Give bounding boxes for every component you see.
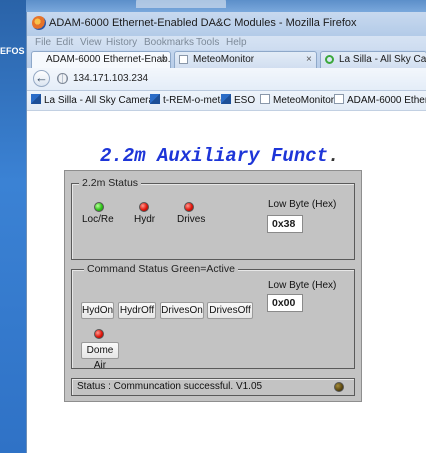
menu-bookmarks[interactable]: Bookmarks	[144, 37, 194, 48]
status-group-legend: 2.2m Status	[79, 177, 142, 189]
bookmark-label: MeteoMonitor	[273, 95, 335, 106]
hydr-off-button[interactable]: HydrOff	[118, 302, 156, 319]
tab-label: ADAM-6000 Ethernet-Enab...	[46, 54, 171, 65]
tab-la-silla[interactable]: La Silla - All Sky Camera	[320, 51, 426, 68]
bookmark-label: ADAM-6000 Etherne	[347, 95, 426, 106]
status-led	[334, 382, 344, 392]
drives-on-button[interactable]: DrivesOn	[160, 302, 204, 319]
menu-history[interactable]: History	[106, 37, 137, 48]
status-bar: Status : Communcation successful. V1.05	[71, 378, 355, 396]
hyd-on-button[interactable]: HydOn	[81, 302, 114, 319]
low-byte-value: 0x00	[267, 294, 303, 312]
page-icon	[260, 94, 270, 104]
page-title: 2.2m Auxiliary Funct.	[100, 145, 380, 167]
title-bar: ADAM-6000 Ethernet-Enabled DA&C Modules …	[27, 12, 426, 36]
low-byte-label: Low Byte (Hex)	[268, 199, 337, 210]
status-text: Status : Communcation successful. V1.05	[77, 381, 263, 392]
window-title: ADAM-6000 Ethernet-Enabled DA&C Modules …	[49, 17, 357, 29]
command-group-legend: Command Status Green=Active	[84, 263, 238, 275]
loading-icon	[325, 55, 334, 64]
tab-meteomonitor[interactable]: MeteoMonitor ×	[174, 51, 317, 68]
bookmark-t-rem[interactable]: t-REM-o-meter	[150, 94, 229, 106]
desktop-label: EFOS	[0, 46, 25, 56]
globe-icon	[57, 73, 68, 84]
loc-re-label: Loc/Re	[82, 214, 114, 225]
page-content: 2.2m Auxiliary Funct. 2.2m Status Loc/Re…	[27, 111, 426, 453]
bookmarks-bar: La Silla - All Sky Camera t-REM-o-meter …	[27, 91, 426, 111]
browser-window: ADAM-6000 Ethernet-Enabled DA&C Modules …	[26, 12, 426, 453]
bookmark-meteomonitor[interactable]: MeteoMonitor	[260, 94, 334, 106]
background-window-strip	[26, 0, 426, 12]
close-icon[interactable]: ×	[161, 52, 167, 67]
eso-icon	[31, 94, 41, 104]
menu-tools[interactable]: Tools	[196, 37, 219, 48]
bookmark-label: t-REM-o-meter	[163, 95, 230, 106]
url-field[interactable]: 134.171.103.234	[73, 73, 148, 84]
low-byte-value: 0x38	[267, 215, 303, 233]
tab-adam[interactable]: ADAM-6000 Ethernet-Enab... ×	[31, 51, 171, 68]
back-button[interactable]: ←	[33, 70, 50, 87]
drives-led	[184, 202, 194, 212]
dome-air-led	[94, 329, 104, 339]
page-icon	[179, 55, 188, 64]
menu-bar: File Edit View History Bookmarks Tools H…	[27, 36, 426, 50]
tab-label: MeteoMonitor	[193, 54, 255, 65]
eso-icon	[221, 94, 231, 104]
command-group: Command Status Green=Active Low Byte (He…	[71, 263, 355, 371]
dome-air-button[interactable]: Dome Air	[81, 342, 119, 371]
background-tab	[136, 0, 226, 8]
control-panel: 2.2m Status Loc/Re Hydr Drives Low Byte …	[64, 170, 362, 402]
bookmark-adam[interactable]: ADAM-6000 Etherne	[334, 94, 426, 106]
bookmark-la-silla[interactable]: La Silla - All Sky Camera	[31, 94, 154, 106]
navigation-bar: ← 134.171.103.234	[27, 68, 426, 91]
eso-icon	[150, 94, 160, 104]
page-title-suffix: .	[328, 145, 340, 167]
desktop-background	[0, 0, 26, 453]
drives-off-button[interactable]: DrivesOff	[207, 302, 253, 319]
status-group: 2.2m Status Loc/Re Hydr Drives Low Byte …	[71, 177, 355, 260]
menu-file[interactable]: File	[35, 37, 51, 48]
bookmark-label: ESO	[234, 95, 256, 106]
bookmark-label: La Silla - All Sky Camera	[44, 95, 155, 106]
menu-edit[interactable]: Edit	[56, 37, 73, 48]
hydr-label: Hydr	[134, 214, 156, 225]
low-byte-label: Low Byte (Hex)	[268, 280, 337, 291]
tab-label: La Silla - All Sky Camera	[339, 54, 426, 65]
page-icon	[334, 94, 344, 104]
menu-view[interactable]: View	[80, 37, 102, 48]
bookmark-eso[interactable]: ESO	[221, 94, 255, 106]
tab-bar: ADAM-6000 Ethernet-Enab... × MeteoMonito…	[27, 50, 426, 68]
firefox-icon	[32, 16, 46, 30]
close-icon[interactable]: ×	[306, 52, 312, 67]
hydr-led	[139, 202, 149, 212]
drives-label: Drives	[177, 214, 206, 225]
menu-help[interactable]: Help	[226, 37, 247, 48]
loc-re-led	[94, 202, 104, 212]
page-title-text: 2.2m Auxiliary Funct	[100, 145, 329, 167]
